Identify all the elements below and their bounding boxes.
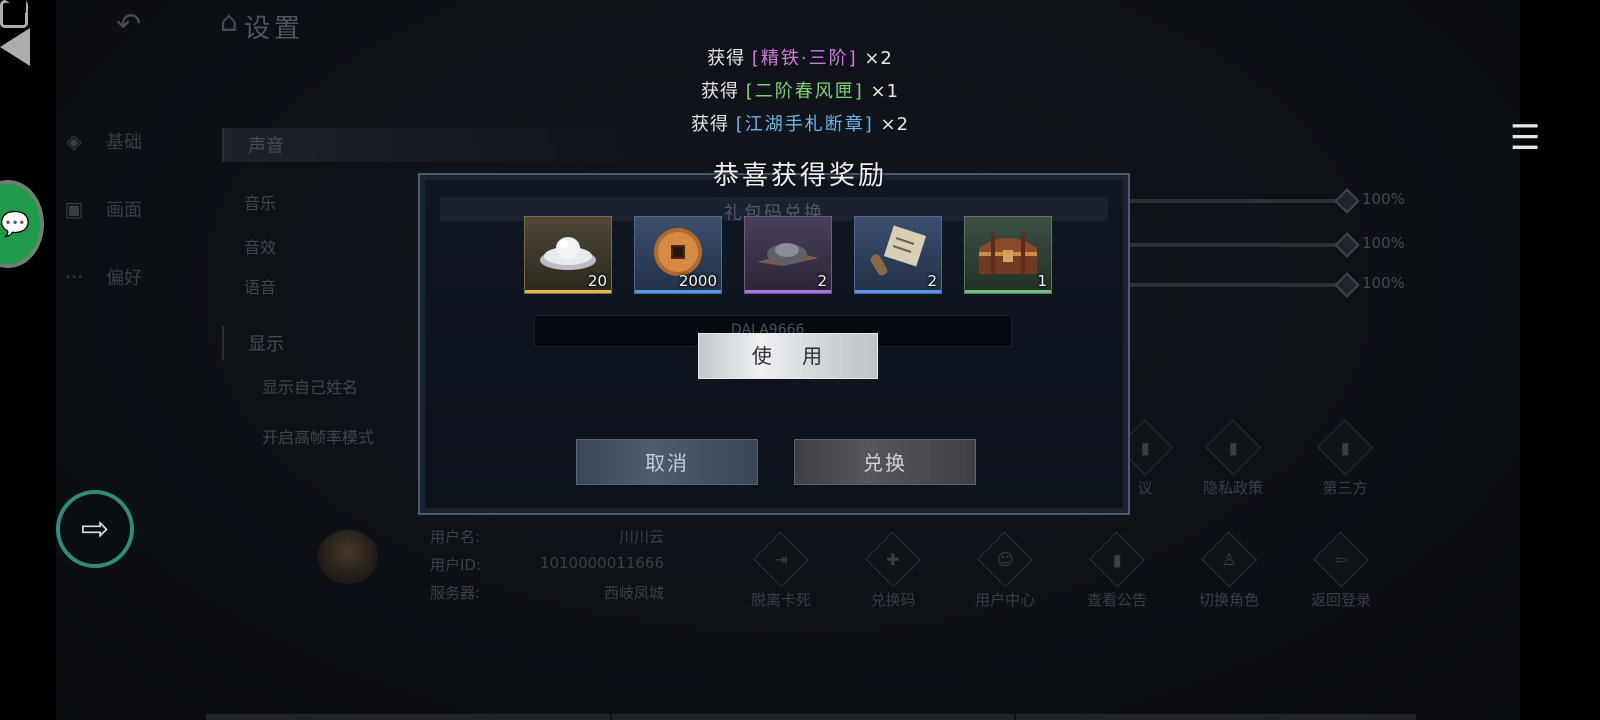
iron-ore-icon [757,242,819,266]
username-label: 用户名: [430,528,481,546]
copper-coin-icon [654,227,702,276]
user-id-value: 1010000011666 [539,554,664,572]
voice-value: 100% [1362,274,1405,292]
item-quantity: 2000 [678,272,717,290]
sfx-label: 音效 [244,238,277,257]
gain-item-name: [江湖手札断章] [735,114,874,135]
show-name-label: 显示自己姓名 [262,378,359,397]
cancel-button[interactable]: 取消 [576,439,758,485]
user-center-button[interactable]: ☺ 用户中心 [960,531,1050,610]
button-label: 切换角色 [1198,591,1259,609]
button-label: 议 [1137,479,1153,497]
gain-prefix: 获得 [707,48,746,69]
exchange-button[interactable]: 兑换 [794,439,976,485]
sfx-value: 100% [1362,234,1405,252]
view-notice-button[interactable]: ▮ 查看公告 [1072,531,1162,610]
user-center-icon: ☺ [996,550,1014,569]
return-login-icon: ⇦ [1334,550,1348,569]
gain-notification: 获得 [二阶春风匣] ×1 [0,77,1600,103]
reward-slot[interactable]: 2 [854,216,942,294]
reward-slot[interactable]: 20 [524,216,612,294]
gain-prefix: 获得 [700,81,739,102]
page-title: 设置 [244,14,305,44]
gain-notification: 获得 [江湖手札断章] ×2 [0,110,1600,136]
sidebar-item-preference[interactable]: ··· 偏好 [60,262,142,292]
exit-button[interactable]: ⇨ [56,490,134,568]
gain-count: ×1 [870,81,900,102]
sidebar-item-graphics[interactable]: ▣ 画面 [60,194,142,224]
button-label: 用户中心 [974,591,1035,609]
button-label: 返回登录 [1310,591,1371,609]
voice-label: 语音 [244,278,277,297]
bottom-tab-bar [206,714,1416,720]
gain-prefix: 获得 [690,114,729,135]
server-label: 服务器: [430,584,481,602]
gain-count: ×2 [864,48,893,69]
user-id-label: 用户ID: [430,556,482,574]
more-icon: ··· [64,265,84,289]
chat-bubble-button[interactable]: 💬 [0,180,44,268]
reward-slot[interactable]: 2000 [634,216,722,294]
switch-role-button[interactable]: ♙ 切换角色 [1184,531,1274,610]
server-value: 西岐凤城 [603,584,664,602]
image-icon: ▣ [64,197,84,221]
sidebar-item-label: 偏好 [106,268,142,289]
third-party-button[interactable]: ▮ 第三方 [1300,419,1390,498]
redeem-code-button[interactable]: ✚ 兑换码 [848,531,938,610]
gain-notification: 获得 [精铁·三阶] ×2 [0,44,1600,70]
item-quantity: 2 [927,272,937,290]
exit-icon: ⇨ [80,509,110,549]
item-quantity: 20 [587,272,607,290]
document-icon: ▮ [1140,438,1150,457]
back-icon[interactable]: ↶ [116,10,141,40]
switch-role-icon: ♙ [1221,550,1237,569]
button-label: 第三方 [1322,479,1368,497]
item-quantity: 2 [817,272,827,290]
gift-icon: ✚ [886,550,900,569]
gain-item-name: [精铁·三阶] [751,48,858,69]
unstuck-button[interactable]: ⇥ 脱离卡死 [736,531,826,610]
gain-count: ×2 [880,114,910,135]
document-icon: ▮ [1228,438,1238,457]
reward-slot[interactable]: 1 [964,216,1052,294]
avatar [318,530,378,584]
silver-ingot-icon [540,236,596,270]
button-label: 脱离卡死 [750,591,811,609]
unstuck-icon: ⇥ [774,550,788,569]
reward-title: 恭喜获得奖励 [712,161,887,191]
return-login-button[interactable]: ⇦ 返回登录 [1296,531,1386,610]
reward-slot[interactable]: 2 [744,216,832,294]
scroll-icon [870,225,927,276]
music-label: 音乐 [244,194,277,213]
use-button[interactable]: 使 用 [698,333,878,379]
document-icon: ▮ [1340,438,1350,457]
sidebar-item-label: 画面 [106,200,142,221]
chat-icon: 💬 [0,210,30,238]
privacy-policy-button[interactable]: ▮ 隐私政策 [1188,419,1278,498]
gain-item-name: [二阶春风匣] [745,81,864,102]
notice-icon: ▮ [1112,550,1122,569]
button-label: 隐私政策 [1202,479,1263,497]
home-icon[interactable]: ⌂ [220,8,238,36]
item-quantity: 1 [1037,272,1047,290]
high-fps-label: 开启高帧率模式 [262,428,375,447]
button-label: 兑换码 [870,591,916,609]
treasure-chest-icon [979,231,1037,274]
music-value: 100% [1362,190,1405,208]
username-value: 川川云 [618,528,664,546]
button-label: 查看公告 [1086,591,1147,609]
